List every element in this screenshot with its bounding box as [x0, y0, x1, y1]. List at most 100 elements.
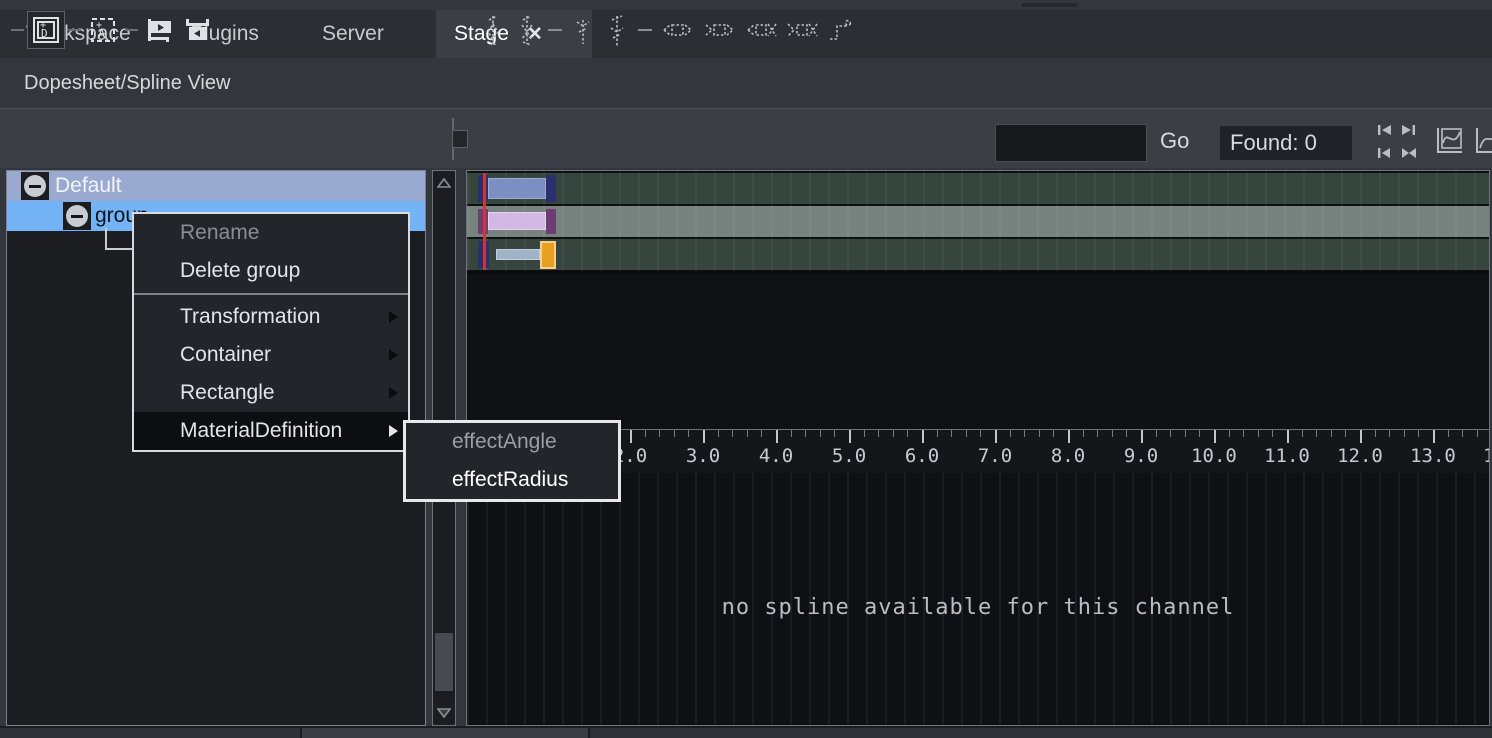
ruler-minor-tick: [674, 430, 675, 437]
ruler-minor-tick: [1243, 430, 1244, 437]
scrollbar-thumb[interactable]: [435, 633, 453, 691]
add-animation-icon[interactable]: + A: [84, 11, 122, 49]
tree-row-default-label: Default: [55, 174, 122, 198]
chevron-right-icon: [389, 425, 398, 437]
chevron-right-icon: [389, 311, 398, 323]
menu-item-transformation[interactable]: Transformation: [134, 298, 408, 336]
add-dopesheet-icon[interactable]: + D: [27, 11, 65, 49]
menu-item-container[interactable]: Container: [134, 336, 408, 374]
view-title-bar: Dopesheet/Spline View: [0, 58, 1492, 108]
dopesheet-spline-view-window: Workspace Plugins Server Stage ✕ Dopeshe…: [0, 0, 1492, 738]
tangent-step-icon[interactable]: [826, 10, 856, 50]
toolbar-drag-handle[interactable]: [452, 130, 468, 148]
ruler-tick-label: 9.0: [1124, 445, 1158, 467]
collapse-minus-icon[interactable]: [63, 202, 91, 230]
ruler-major-tick: [703, 430, 705, 443]
svg-text:D: D: [41, 27, 48, 40]
ruler-minor-tick: [878, 430, 879, 437]
ruler-tick-label: 11.0: [1264, 445, 1310, 467]
keyframe-block[interactable]: [546, 175, 556, 202]
ruler-minor-tick: [791, 430, 792, 437]
ruler-minor-tick: [893, 430, 894, 437]
go-button[interactable]: Go: [1160, 128, 1189, 154]
playhead[interactable]: [483, 173, 486, 270]
toolbar-separator: [125, 29, 138, 31]
menu-item-container-label: Container: [180, 343, 271, 367]
ruler-minor-tick: [1024, 430, 1025, 437]
keyframe-navigation-group: [1373, 118, 1419, 164]
tangent-flat-left-icon[interactable]: [658, 10, 696, 50]
track-row-3[interactable]: [467, 239, 1489, 270]
ruler-major-tick: [1068, 430, 1070, 443]
ruler-tick-label: 13.0: [1410, 445, 1456, 467]
keyframe-block-selected[interactable]: [540, 241, 556, 269]
keyframe-ease-in-icon[interactable]: [568, 10, 598, 50]
ruler-minor-tick: [732, 430, 733, 437]
ruler-tick-label: 6.0: [905, 445, 939, 467]
submenu-item-effectradius[interactable]: effectRadius: [406, 461, 618, 499]
track-row-1[interactable]: [467, 173, 1489, 204]
ruler-major-tick: [630, 430, 632, 443]
menu-item-rename[interactable]: Rename: [134, 214, 408, 252]
tangent-break-right-icon[interactable]: [784, 10, 822, 50]
ruler-minor-tick: [1418, 430, 1419, 437]
fit-curve-icon[interactable]: [1430, 122, 1466, 160]
collapse-minus-icon[interactable]: [21, 172, 49, 200]
scroll-up-icon[interactable]: [433, 171, 455, 195]
tree-row-default[interactable]: Default: [7, 171, 425, 201]
menu-separator: [134, 293, 408, 295]
ruler-minor-tick: [1477, 430, 1478, 437]
keyframe-block[interactable]: [546, 209, 556, 234]
ruler-minor-tick: [937, 430, 938, 437]
dopesheet-tracks: [467, 171, 1489, 271]
play-reverse-range-icon[interactable]: [179, 11, 217, 49]
track-row-2[interactable]: [467, 206, 1489, 237]
toolbar-left-group: + D + A: [8, 0, 217, 60]
search-input[interactable]: [995, 124, 1147, 162]
menu-item-materialdefinition[interactable]: MaterialDefinition: [134, 412, 408, 450]
keyframe-ease-out-icon[interactable]: [602, 10, 632, 50]
ruler-minor-tick: [1389, 430, 1390, 437]
ruler-tick-label: 7.0: [978, 445, 1012, 467]
keyframe-span[interactable]: [488, 178, 546, 199]
play-range-icon[interactable]: [141, 11, 179, 49]
window-drag-nub: [1022, 3, 1077, 7]
keyframe-smooth-icon[interactable]: [478, 10, 508, 50]
tangent-break-left-icon[interactable]: [742, 10, 780, 50]
ruler-minor-tick: [761, 430, 762, 437]
go-to-end-icon[interactable]: [1396, 118, 1419, 141]
ruler-minor-tick: [966, 430, 967, 437]
ruler-minor-tick: [1053, 430, 1054, 437]
ruler-major-tick: [995, 430, 997, 443]
tab-server[interactable]: Server: [304, 10, 412, 58]
tangent-flat-right-icon[interactable]: [700, 10, 738, 50]
ruler-minor-tick: [864, 430, 865, 437]
ruler-tick-label: 10.0: [1191, 445, 1237, 467]
prev-key-icon[interactable]: [1373, 141, 1396, 164]
ruler-tick-label: 5.0: [832, 445, 866, 467]
menu-item-delete-group[interactable]: Delete group: [134, 252, 408, 290]
keyframe-span[interactable]: [488, 212, 546, 230]
ruler-major-tick: [776, 430, 778, 443]
go-to-start-icon[interactable]: [1373, 118, 1396, 141]
ruler-major-tick: [1360, 430, 1362, 443]
ruler-minor-tick: [951, 430, 952, 437]
ruler-minor-tick: [1126, 430, 1127, 437]
scroll-down-icon[interactable]: [433, 701, 455, 725]
show-spline-icon[interactable]: [1470, 122, 1492, 160]
materialdefinition-submenu: effectAngle effectRadius: [403, 420, 621, 502]
next-key-icon[interactable]: [1396, 141, 1419, 164]
spline-empty-message: no spline available for this channel: [467, 595, 1489, 620]
ruler-major-tick: [849, 430, 851, 443]
submenu-item-effectangle[interactable]: effectAngle: [406, 423, 618, 461]
keyframe-linear-icon[interactable]: [512, 10, 542, 50]
ruler-tick-label: 12.0: [1337, 445, 1383, 467]
ruler-minor-tick: [1258, 430, 1259, 437]
ruler-minor-tick: [1170, 430, 1171, 437]
keyframe-span[interactable]: [496, 249, 540, 260]
status-strip: [0, 726, 1492, 738]
ruler-minor-tick: [820, 430, 821, 437]
menu-item-rectangle[interactable]: Rectangle: [134, 374, 408, 412]
submenu-item-effectangle-label: effectAngle: [452, 430, 557, 454]
spline-editor-area[interactable]: no spline available for this channel: [467, 473, 1489, 725]
